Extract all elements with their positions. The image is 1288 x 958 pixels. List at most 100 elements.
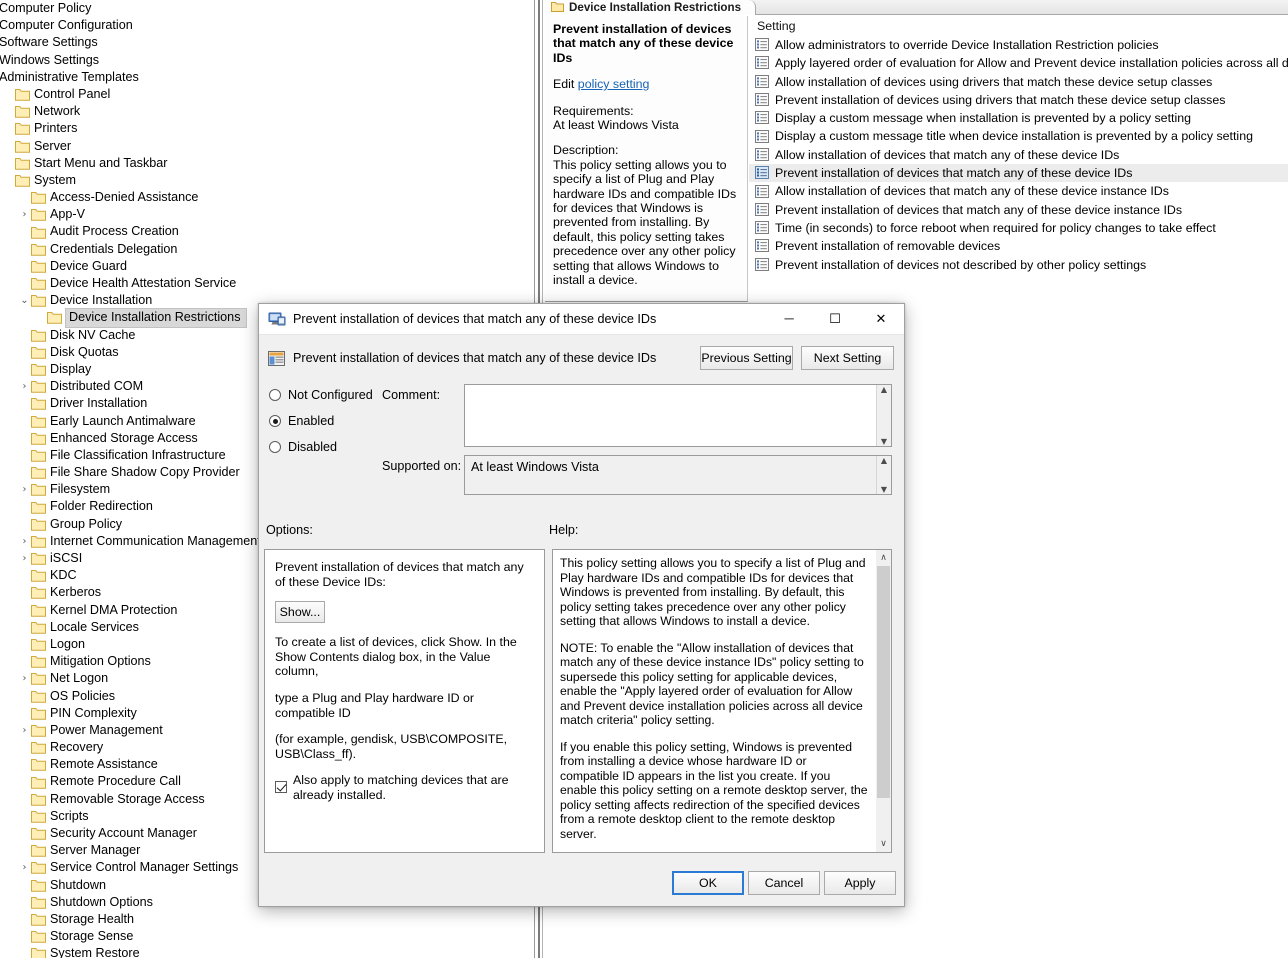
tree-item-system[interactable]: System: [0, 172, 534, 189]
tree-item-label: Logon: [50, 636, 86, 651]
setting-list-row[interactable]: Apply layered order of evaluation for Al…: [749, 54, 1288, 72]
tree-item-computer-policy[interactable]: Computer Policy: [0, 0, 534, 17]
supported-on-label: Supported on:: [382, 459, 462, 473]
chevron-down-icon[interactable]: ⌄: [18, 292, 31, 309]
chevron-right-icon[interactable]: ›: [18, 533, 31, 550]
folder-icon: [31, 432, 46, 445]
folder-icon: [31, 604, 46, 617]
tree-item-audit-process-creation[interactable]: Audit Process Creation: [0, 223, 534, 240]
setting-list-row[interactable]: Display a custom message when installati…: [749, 109, 1288, 127]
supported-on-value: At least Windows Vista: [471, 460, 599, 474]
ok-button[interactable]: OK: [672, 871, 744, 895]
dialog-titlebar[interactable]: Prevent installation of devices that mat…: [259, 304, 904, 335]
folder-icon: [31, 655, 46, 668]
folder-icon: [15, 105, 30, 118]
scroll-up-icon[interactable]: ∧: [880, 550, 887, 566]
policy-setting-icon: [755, 38, 770, 52]
policy-setting-icon: [755, 166, 770, 180]
setting-list-row[interactable]: Prevent installation of devices that mat…: [749, 164, 1288, 183]
comment-textarea[interactable]: ▲ ▼: [464, 384, 892, 447]
previous-setting-button[interactable]: Previous Setting: [700, 346, 793, 370]
state-radio-enabled[interactable]: Enabled: [269, 414, 334, 428]
tree-item-device-guard[interactable]: Device Guard: [0, 258, 534, 275]
policy-setting-dialog: Prevent installation of devices that mat…: [258, 303, 905, 907]
folder-icon: [31, 449, 46, 462]
radio-indicator[interactable]: [269, 415, 281, 427]
setting-list-row[interactable]: Allow installation of devices using driv…: [749, 73, 1288, 91]
cancel-button[interactable]: Cancel: [748, 871, 820, 895]
supported-scrollbar[interactable]: ▲ ▼: [876, 456, 891, 494]
chevron-right-icon[interactable]: ›: [18, 378, 31, 395]
tree-item-label: Control Panel: [34, 86, 111, 101]
scroll-down-icon[interactable]: ▼: [881, 437, 887, 446]
setting-list-row[interactable]: Allow installation of devices that match…: [749, 182, 1288, 200]
state-radio-not-configured[interactable]: Not Configured: [269, 388, 373, 402]
tree-item-administrative-templates[interactable]: Administrative Templates: [0, 69, 534, 86]
scroll-up-icon[interactable]: ▲: [881, 385, 887, 394]
tree-item-app-v[interactable]: › App-V: [0, 206, 534, 223]
setting-list-row[interactable]: Time (in seconds) to force reboot when r…: [749, 219, 1288, 237]
tree-item-storage-health[interactable]: Storage Health: [0, 911, 534, 928]
maximize-button[interactable]: ☐: [812, 304, 858, 334]
tree-item-access-denied-assistance[interactable]: Access-Denied Assistance: [0, 189, 534, 206]
column-header-setting[interactable]: Setting: [749, 16, 1288, 36]
folder-icon: [31, 879, 46, 892]
setting-list-row[interactable]: Prevent installation of devices that mat…: [749, 201, 1288, 219]
apply-to-installed-checkbox-row[interactable]: Also apply to matching devices that are …: [275, 773, 534, 802]
policy-setting-link[interactable]: policy setting: [578, 77, 650, 91]
tree-item-server[interactable]: Server: [0, 138, 534, 155]
folder-icon: [31, 363, 46, 376]
policy-setting-icon: [755, 202, 770, 217]
show-button[interactable]: Show...: [275, 601, 325, 624]
comment-scrollbar[interactable]: ▲ ▼: [876, 385, 891, 446]
state-radio-disabled[interactable]: Disabled: [269, 440, 337, 454]
radio-indicator[interactable]: [269, 389, 281, 401]
tree-item-device-health-attestation-service[interactable]: Device Health Attestation Service: [0, 275, 534, 292]
chevron-right-icon[interactable]: ›: [18, 481, 31, 498]
scroll-down-icon[interactable]: ∨: [880, 836, 887, 852]
setting-list-row[interactable]: Display a custom message title when devi…: [749, 127, 1288, 145]
tree-item-software-settings[interactable]: Software Settings: [0, 34, 534, 51]
tree-item-control-panel[interactable]: Control Panel: [0, 86, 534, 103]
tree-item-windows-settings[interactable]: Windows Settings: [0, 52, 534, 69]
tree-item-credentials-delegation[interactable]: Credentials Delegation: [0, 241, 534, 258]
scroll-down-icon[interactable]: ▼: [881, 485, 887, 494]
apply-button[interactable]: Apply: [824, 871, 896, 895]
folder-icon: [31, 707, 46, 720]
radio-indicator[interactable]: [269, 441, 281, 453]
folder-icon: [31, 930, 46, 943]
tree-item-start-menu-and-taskbar[interactable]: Start Menu and Taskbar: [0, 155, 534, 172]
scroll-up-icon[interactable]: ▲: [881, 456, 887, 465]
tree-item-label: Service Control Manager Settings: [50, 860, 239, 875]
minimize-button[interactable]: ─: [766, 304, 812, 334]
tab-device-installation-restrictions[interactable]: Device Installation Restrictions: [545, 0, 757, 15]
next-setting-button[interactable]: Next Setting: [801, 346, 894, 370]
settings-list-panel[interactable]: Setting Allow administrators to override…: [749, 16, 1288, 304]
tree-item-system-restore[interactable]: System Restore: [0, 945, 534, 958]
tree-item-label: Shutdown Options: [50, 894, 153, 909]
setting-list-row[interactable]: Prevent installation of removable device…: [749, 237, 1288, 255]
folder-icon: [31, 827, 46, 840]
tree-item-printers[interactable]: Printers: [0, 120, 534, 137]
help-paragraph-1: This policy setting allows you to specif…: [560, 556, 866, 628]
tree-item-label: Start Menu and Taskbar: [34, 155, 168, 170]
chevron-right-icon[interactable]: ›: [18, 550, 31, 567]
apply-to-installed-checkbox[interactable]: [275, 781, 287, 794]
setting-list-row[interactable]: Allow administrators to override Device …: [749, 36, 1288, 54]
chevron-right-icon[interactable]: ›: [18, 859, 31, 876]
close-button[interactable]: ✕: [858, 304, 904, 334]
tree-item-computer-configuration[interactable]: Computer Configuration: [0, 17, 534, 34]
policy-setting-icon: [755, 257, 770, 272]
chevron-right-icon[interactable]: ›: [18, 722, 31, 739]
tree-item-network[interactable]: Network: [0, 103, 534, 120]
chevron-right-icon[interactable]: ›: [18, 670, 31, 687]
setting-list-row[interactable]: Prevent installation of devices using dr…: [749, 91, 1288, 109]
help-scrollbar-thumb[interactable]: [877, 566, 890, 798]
tree-item-label: Device Health Attestation Service: [50, 276, 237, 290]
chevron-right-icon[interactable]: ›: [18, 206, 31, 223]
options-instruction-2: type a Plug and Play hardware ID or comp…: [275, 690, 475, 720]
tree-item-storage-sense[interactable]: Storage Sense: [0, 928, 534, 945]
help-scrollbar[interactable]: ∧ ∨: [876, 550, 891, 852]
setting-list-row[interactable]: Allow installation of devices that match…: [749, 146, 1288, 164]
setting-list-row[interactable]: Prevent installation of devices not desc…: [749, 256, 1288, 274]
